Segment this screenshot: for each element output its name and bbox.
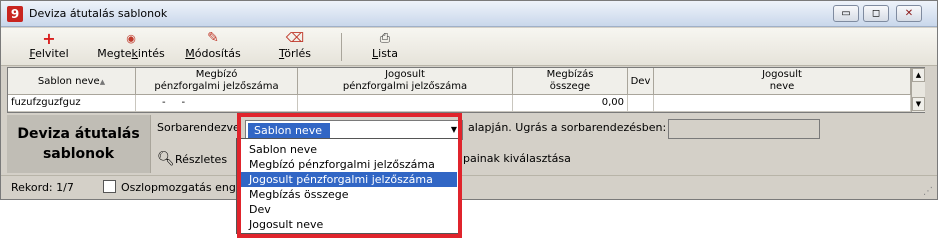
torles-button[interactable]: ⌫ Törlés (275, 30, 315, 64)
felvitel-button[interactable]: + Felvitel (23, 30, 75, 64)
close-button[interactable]: ✕ (896, 5, 922, 22)
modositas-button[interactable]: ✎ Módosítás (182, 30, 244, 64)
record-counter: Rekord: 1/7 (11, 181, 74, 194)
column-header-dev[interactable]: Dev (628, 68, 654, 95)
search-icon: 🔍︎ (157, 151, 175, 167)
modositas-label: Módosítás (185, 47, 241, 60)
edit-icon: ✎ (207, 30, 219, 46)
dropdown-option[interactable]: Megbízás összege (241, 187, 457, 202)
templates-grid: Sablon neve▲ Megbízó pénzforgalmi jelzősz… (7, 67, 925, 113)
column-header-jogosult-neve[interactable]: Jogosult neve (654, 68, 911, 95)
dropdown-option[interactable]: Dev (241, 202, 457, 217)
details-button[interactable]: 🔍︎Részletes (157, 149, 227, 169)
main-window: 9 Deviza átutalás sablonok ▭ ◻ ✕ + Felvi… (0, 0, 938, 200)
dropdown-option[interactable]: Sablon neve (241, 142, 457, 157)
trash-icon: ⌫ (285, 31, 305, 46)
column-header-osszeg[interactable]: Megbízás összege (513, 68, 628, 95)
dropdown-option[interactable]: Jogosult neve (241, 217, 457, 232)
table-cell-sablon-neve[interactable]: fuzufzguzfguz (8, 95, 136, 112)
torles-label: Törlés (278, 47, 312, 60)
eye-icon: ◉ (126, 32, 136, 45)
panel-title: Deviza átutalás sablonok (7, 115, 151, 173)
column-header-sablon-neve[interactable]: Sablon neve▲ (8, 68, 136, 95)
scroll-down-icon[interactable]: ▼ (912, 97, 925, 111)
table-cell-jogosult-pf[interactable] (298, 95, 513, 112)
table-cell-osszeg[interactable]: 0,00 (513, 95, 628, 112)
status-bar: Rekord: 1/7 Oszlopmozgatás engedé ⋰ (1, 175, 937, 199)
chevron-down-icon[interactable]: ▼ (446, 121, 462, 139)
sort-label: Sorbarendezve (157, 121, 240, 134)
megtekintes-label: Megtekintés (97, 47, 165, 60)
dropdown-option[interactable]: Megbízó pénzforgalmi jelzőszáma (241, 157, 457, 172)
column-move-checkbox[interactable] (103, 180, 116, 193)
plus-icon: + (42, 29, 56, 48)
sort-select[interactable]: Sablon neve ▼ (245, 120, 463, 140)
table-cell-jogosult-neve[interactable] (654, 95, 911, 112)
toolbar-separator (341, 33, 342, 61)
printer-icon: ⎙ (379, 31, 391, 46)
toolbar: + Felvitel ◉ Megtekintés ✎ Módosítás ⌫ T… (1, 28, 937, 66)
jump-input[interactable] (668, 119, 820, 139)
filter-hint-text: painak kiválasztása (463, 152, 571, 165)
sort-ascending-icon: ▲ (99, 78, 106, 86)
window-title: Deviza átutalás sablonok (29, 7, 168, 20)
sort-jump-label: alapján. Ugrás a sorbarendezésben: (468, 121, 667, 134)
lista-button[interactable]: ⎙ Lista (367, 30, 403, 64)
lista-label: Lista (372, 47, 398, 60)
search-panel: Deviza átutalás sablonok Sorbarendezve S… (7, 115, 925, 173)
scroll-up-icon[interactable]: ▲ (912, 68, 925, 82)
column-header-megbizo[interactable]: Megbízó pénzforgalmi jelzőszáma (136, 68, 298, 95)
felvitel-label: Felvitel (29, 47, 69, 60)
resize-grip-icon[interactable]: ⋰ (923, 186, 933, 197)
minimize-button[interactable]: ▭ (833, 5, 859, 22)
grid-vertical-scrollbar[interactable]: ▲ ▼ (911, 68, 925, 112)
column-header-jogosult-pf[interactable]: Jogosult pénzforgalmi jelzőszáma (298, 68, 513, 95)
sort-dropdown-list: Sablon neve Megbízó pénzforgalmi jelzősz… (236, 138, 460, 234)
title-bar[interactable]: 9 Deviza átutalás sablonok ▭ ◻ ✕ (1, 1, 937, 27)
maximize-button[interactable]: ◻ (863, 5, 889, 22)
app-icon: 9 (7, 6, 23, 22)
megtekintes-button[interactable]: ◉ Megtekintés (95, 30, 167, 64)
table-cell-dev[interactable] (628, 95, 654, 112)
dropdown-option-selected[interactable]: Jogosult pénzforgalmi jelzőszáma (241, 172, 457, 187)
sort-select-value: Sablon neve (248, 123, 330, 138)
table-cell-megbizo[interactable]: - - (136, 95, 298, 112)
